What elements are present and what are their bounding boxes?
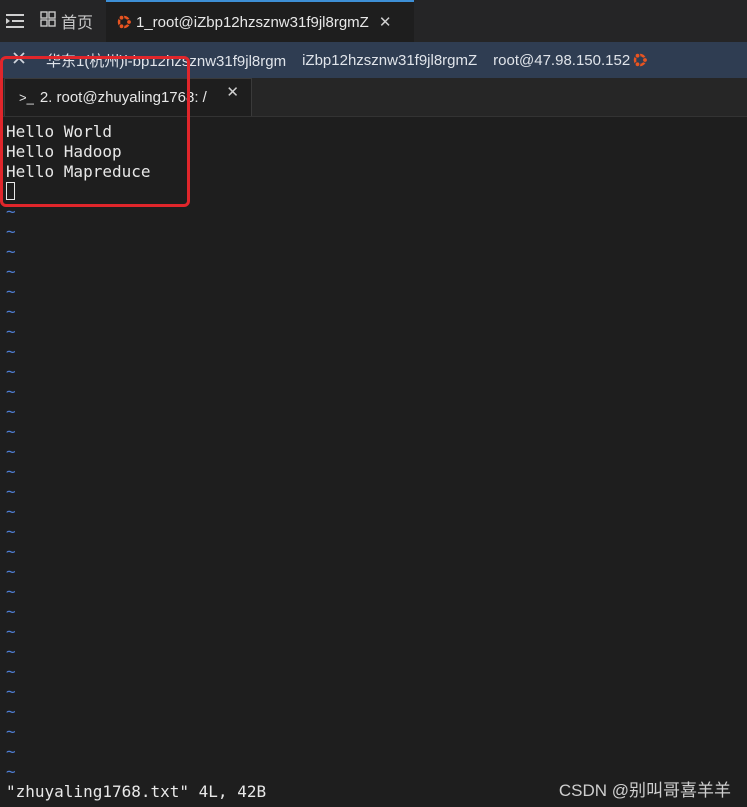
empty-line-marker: ~ xyxy=(6,322,16,341)
empty-line-marker: ~ xyxy=(6,502,16,521)
editor-line: Hello World xyxy=(6,122,112,141)
home-tab[interactable]: 首页 xyxy=(36,0,108,42)
empty-line-marker: ~ xyxy=(6,562,16,581)
empty-line-marker: ~ xyxy=(6,622,16,641)
close-icon[interactable]: ✕ xyxy=(226,83,239,101)
empty-line-marker: ~ xyxy=(6,682,16,701)
empty-line-marker: ~ xyxy=(6,202,16,221)
empty-line-marker: ~ xyxy=(6,402,16,421)
empty-line-marker: ~ xyxy=(6,742,16,761)
server-user-host: root@47.98.150.152 xyxy=(493,51,631,69)
empty-line-marker: ~ xyxy=(6,342,16,361)
ubuntu-icon xyxy=(632,52,649,68)
empty-line-marker: ~ xyxy=(6,442,16,461)
empty-line-marker: ~ xyxy=(6,702,16,721)
terminal-tab[interactable]: >_ 2. root@zhuyaling1768: / ✕ xyxy=(4,78,252,116)
empty-line-marker: ~ xyxy=(6,382,16,401)
empty-line-marker: ~ xyxy=(6,522,16,541)
vim-status-line: "zhuyaling1768.txt" 4L, 42B xyxy=(6,782,267,801)
empty-line-marker: ~ xyxy=(6,662,16,681)
server-info-bar: 华东1(杭州)i-bp12hzsznw31f9jl8rgm iZbp12hzsz… xyxy=(0,42,747,78)
empty-line-marker: ~ xyxy=(6,422,16,441)
empty-line-marker: ~ xyxy=(6,222,16,241)
empty-line-marker: ~ xyxy=(6,482,16,501)
empty-line-marker: ~ xyxy=(6,262,16,281)
session-tab-label: 1_root@iZbp12hzsznw31f9jl8rgmZ xyxy=(136,13,369,31)
empty-line-marker: ~ xyxy=(6,582,16,601)
terminal-tab-label: 2. root@zhuyaling1768: / xyxy=(39,89,207,106)
empty-line-marker: ~ xyxy=(6,602,16,621)
tools-icon[interactable] xyxy=(12,51,26,69)
close-icon[interactable]: ✕ xyxy=(379,13,392,31)
empty-line-marker: ~ xyxy=(6,462,16,481)
session-tab[interactable]: 1_root@iZbp12hzsznw31f9jl8rgmZ ✕ xyxy=(106,0,414,42)
cursor-line xyxy=(6,182,741,202)
vim-editor[interactable]: Hello World Hello Hadoop Hello Mapreduce… xyxy=(6,122,741,802)
empty-line-marker: ~ xyxy=(6,642,16,661)
menu-toggle-icon[interactable] xyxy=(4,10,26,32)
editor-line: Hello Hadoop xyxy=(6,142,122,161)
terminal-prompt-icon: >_ xyxy=(19,90,34,105)
text-cursor xyxy=(6,182,15,200)
empty-line-marker: ~ xyxy=(6,302,16,321)
editor-line: Hello Mapreduce xyxy=(6,162,151,181)
top-tab-bar: 首页 1_root@iZbp12hzsznw31f9jl8rgmZ ✕ xyxy=(0,0,747,42)
watermark: CSDN @别叫哥喜羊羊 xyxy=(558,781,731,800)
empty-line-marker: ~ xyxy=(6,542,16,561)
empty-line-marker: ~ xyxy=(6,722,16,741)
server-region: 华东1(杭州)i-bp12hzsznw31f9jl8rgm xyxy=(46,52,287,70)
home-tab-label: 首页 xyxy=(61,15,94,32)
grid-icon xyxy=(40,10,56,32)
ubuntu-icon xyxy=(116,14,132,30)
server-hostname: iZbp12hzsznw31f9jl8rgmZ xyxy=(302,51,478,69)
empty-line-marker: ~ xyxy=(6,282,16,301)
empty-line-marker: ~ xyxy=(6,242,16,261)
terminal-tab-bar: >_ 2. root@zhuyaling1768: / ✕ xyxy=(0,78,747,117)
empty-line-marker: ~ xyxy=(6,362,16,381)
